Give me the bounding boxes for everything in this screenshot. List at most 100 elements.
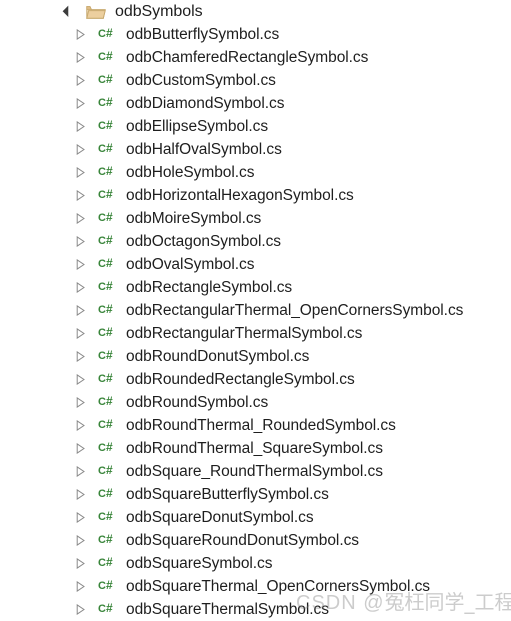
triangle-collapsed-icon[interactable] bbox=[75, 98, 86, 109]
tree-root-folder-row[interactable]: odbSymbols bbox=[0, 0, 511, 23]
triangle-collapsed-icon[interactable] bbox=[75, 535, 86, 546]
tree-file-row[interactable]: C# odbRectangularThermal_OpenCornersSymbo… bbox=[0, 299, 511, 322]
tree-file-row[interactable]: C# odbRoundSymbol.cs bbox=[0, 391, 511, 414]
file-expander[interactable] bbox=[72, 213, 88, 224]
file-label: odbButterflySymbol.cs bbox=[126, 26, 280, 43]
tree-file-row[interactable]: C# odbOctagonSymbol.cs bbox=[0, 230, 511, 253]
file-expander[interactable] bbox=[72, 236, 88, 247]
file-expander[interactable] bbox=[72, 581, 88, 592]
triangle-collapsed-icon[interactable] bbox=[75, 305, 86, 316]
file-label: odbOctagonSymbol.cs bbox=[126, 233, 281, 250]
csharp-file-icon: C# bbox=[98, 209, 113, 224]
triangle-collapsed-icon[interactable] bbox=[75, 489, 86, 500]
tree-file-row[interactable]: C# odbEllipseSymbol.cs bbox=[0, 115, 511, 138]
file-expander[interactable] bbox=[72, 328, 88, 339]
file-label: odbRoundDonutSymbol.cs bbox=[126, 348, 310, 365]
file-expander[interactable] bbox=[72, 420, 88, 431]
file-expander[interactable] bbox=[72, 52, 88, 63]
tree-file-row[interactable]: C# odbSquareSymbol.cs bbox=[0, 552, 511, 575]
tree-file-row[interactable]: C# odbRoundedRectangleSymbol.cs bbox=[0, 368, 511, 391]
file-label: odbSquareButterflySymbol.cs bbox=[126, 486, 329, 503]
triangle-collapsed-icon[interactable] bbox=[75, 213, 86, 224]
triangle-collapsed-icon[interactable] bbox=[75, 581, 86, 592]
triangle-collapsed-icon[interactable] bbox=[75, 512, 86, 523]
file-expander[interactable] bbox=[72, 167, 88, 178]
tree-file-row[interactable]: C# odbChamferedRectangleSymbol.cs bbox=[0, 46, 511, 69]
triangle-collapsed-icon[interactable] bbox=[75, 190, 86, 201]
triangle-collapsed-icon[interactable] bbox=[75, 397, 86, 408]
triangle-expanded-icon[interactable] bbox=[62, 5, 74, 17]
file-expander[interactable] bbox=[72, 75, 88, 86]
file-label: odbSquare_RoundThermalSymbol.cs bbox=[126, 463, 383, 480]
csharp-file-icon: C# bbox=[98, 163, 113, 178]
file-expander[interactable] bbox=[72, 443, 88, 454]
file-expander[interactable] bbox=[72, 466, 88, 477]
csharp-file-icon: C# bbox=[98, 577, 113, 592]
file-expander[interactable] bbox=[72, 604, 88, 615]
tree-file-row[interactable]: C# odbButterflySymbol.cs bbox=[0, 23, 511, 46]
root-expander[interactable] bbox=[60, 5, 78, 17]
triangle-collapsed-icon[interactable] bbox=[75, 144, 86, 155]
file-label: odbRoundThermal_RoundedSymbol.cs bbox=[126, 417, 396, 434]
triangle-collapsed-icon[interactable] bbox=[75, 236, 86, 247]
triangle-collapsed-icon[interactable] bbox=[75, 351, 86, 362]
file-expander[interactable] bbox=[72, 98, 88, 109]
file-expander[interactable] bbox=[72, 535, 88, 546]
tree-file-row[interactable]: C# odbHoleSymbol.cs bbox=[0, 161, 511, 184]
file-expander[interactable] bbox=[72, 351, 88, 362]
file-expander[interactable] bbox=[72, 512, 88, 523]
tree-file-row[interactable]: C# odbOvalSymbol.cs bbox=[0, 253, 511, 276]
tree-file-row[interactable]: C# odbCustomSymbol.cs bbox=[0, 69, 511, 92]
file-label: odbChamferedRectangleSymbol.cs bbox=[126, 49, 369, 66]
triangle-collapsed-icon[interactable] bbox=[75, 259, 86, 270]
file-label: odbRectangularThermalSymbol.cs bbox=[126, 325, 363, 342]
file-expander[interactable] bbox=[72, 259, 88, 270]
csharp-file-icon: C# bbox=[98, 48, 113, 63]
file-expander[interactable] bbox=[72, 144, 88, 155]
file-expander[interactable] bbox=[72, 305, 88, 316]
triangle-collapsed-icon[interactable] bbox=[75, 52, 86, 63]
csharp-file-icon: C# bbox=[98, 554, 113, 569]
tree-file-row[interactable]: C# odbSquareDonutSymbol.cs bbox=[0, 506, 511, 529]
folder-icon bbox=[86, 5, 106, 19]
file-label: odbOvalSymbol.cs bbox=[126, 256, 255, 273]
tree-file-row[interactable]: C# odbRoundThermal_SquareSymbol.cs bbox=[0, 437, 511, 460]
file-expander[interactable] bbox=[72, 374, 88, 385]
tree-file-row[interactable]: C# odbRectangularThermalSymbol.cs bbox=[0, 322, 511, 345]
file-expander[interactable] bbox=[72, 190, 88, 201]
tree-file-row[interactable]: C# odbSquareButterflySymbol.cs bbox=[0, 483, 511, 506]
triangle-collapsed-icon[interactable] bbox=[75, 466, 86, 477]
file-expander[interactable] bbox=[72, 489, 88, 500]
tree-file-row[interactable]: C# odbRoundThermal_RoundedSymbol.cs bbox=[0, 414, 511, 437]
csharp-file-icon: C# bbox=[98, 140, 113, 155]
tree-file-row[interactable]: C# odbMoireSymbol.cs bbox=[0, 207, 511, 230]
file-expander[interactable] bbox=[72, 29, 88, 40]
triangle-collapsed-icon[interactable] bbox=[75, 121, 86, 132]
tree-file-row[interactable]: C# odbSquareRoundDonutSymbol.cs bbox=[0, 529, 511, 552]
triangle-collapsed-icon[interactable] bbox=[75, 167, 86, 178]
file-expander[interactable] bbox=[72, 397, 88, 408]
file-expander[interactable] bbox=[72, 282, 88, 293]
tree-file-row[interactable]: C# odbHorizontalHexagonSymbol.cs bbox=[0, 184, 511, 207]
triangle-collapsed-icon[interactable] bbox=[75, 75, 86, 86]
triangle-collapsed-icon[interactable] bbox=[75, 558, 86, 569]
file-expander[interactable] bbox=[72, 558, 88, 569]
csharp-file-icon: C# bbox=[98, 278, 113, 293]
tree-file-row[interactable]: C# odbSquare_RoundThermalSymbol.cs bbox=[0, 460, 511, 483]
tree-file-row[interactable]: C# odbRectangleSymbol.cs bbox=[0, 276, 511, 299]
file-label: odbMoireSymbol.cs bbox=[126, 210, 262, 227]
tree-file-row[interactable]: C# odbHalfOvalSymbol.cs bbox=[0, 138, 511, 161]
triangle-collapsed-icon[interactable] bbox=[75, 282, 86, 293]
tree-file-row[interactable]: C# odbRoundDonutSymbol.cs bbox=[0, 345, 511, 368]
tree-file-row[interactable]: C# odbDiamondSymbol.cs bbox=[0, 92, 511, 115]
tree-file-row[interactable]: C# odbSquareThermal_OpenCornersSymbol.cs bbox=[0, 575, 511, 598]
triangle-collapsed-icon[interactable] bbox=[75, 443, 86, 454]
file-expander[interactable] bbox=[72, 121, 88, 132]
triangle-collapsed-icon[interactable] bbox=[75, 374, 86, 385]
triangle-collapsed-icon[interactable] bbox=[75, 328, 86, 339]
solution-explorer-tree[interactable]: odbSymbols C# odbButterflySymbol.cs C# odbCh… bbox=[0, 0, 511, 621]
triangle-collapsed-icon[interactable] bbox=[75, 420, 86, 431]
triangle-collapsed-icon[interactable] bbox=[75, 29, 86, 40]
tree-file-row[interactable]: C# odbSquareThermalSymbol.cs bbox=[0, 598, 511, 621]
triangle-collapsed-icon[interactable] bbox=[75, 604, 86, 615]
